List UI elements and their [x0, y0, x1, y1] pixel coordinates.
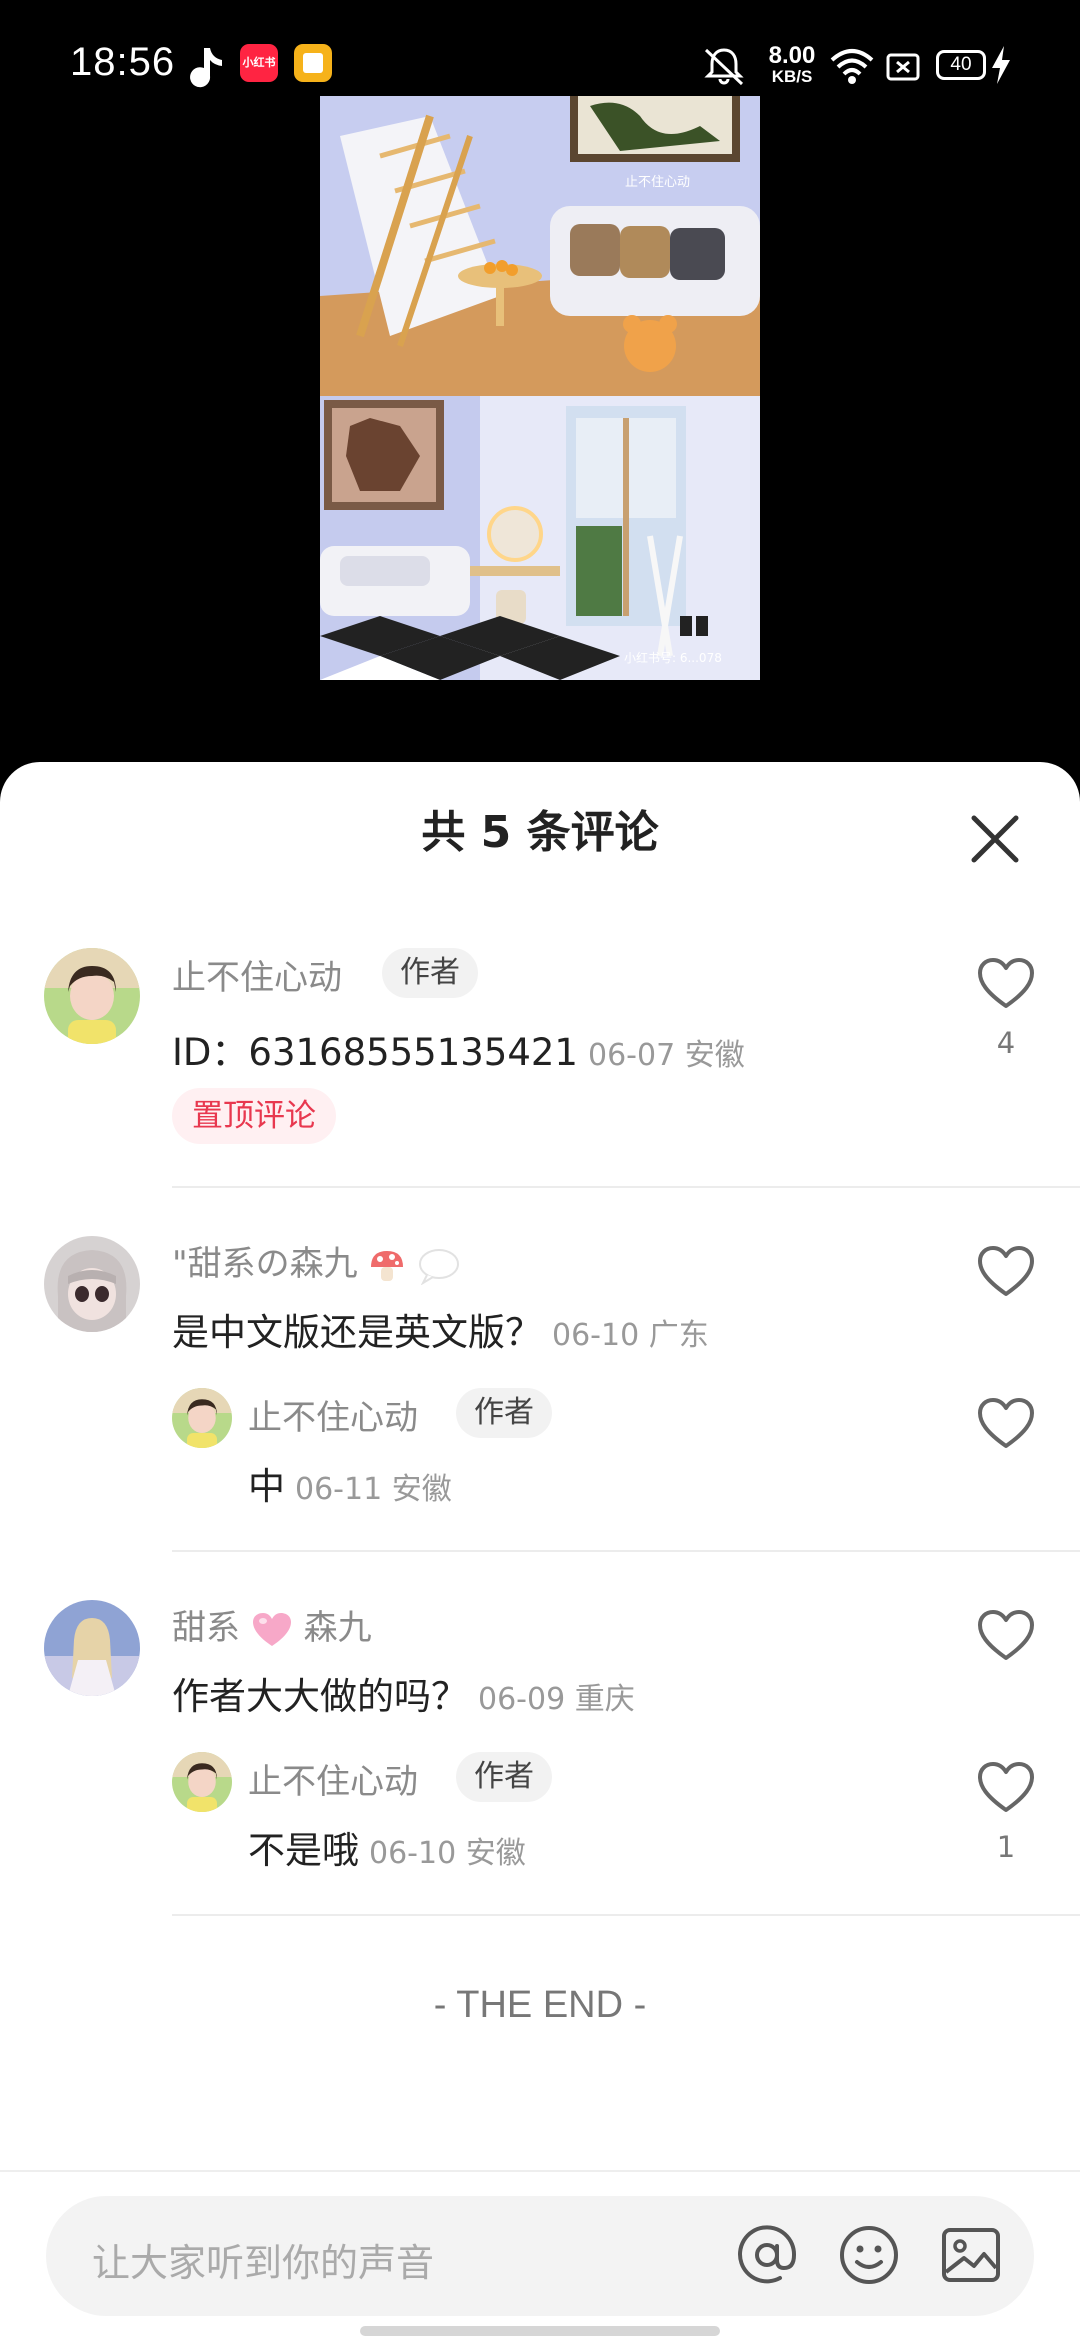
comment-input-placeholder: 让大家听到你的声音 [92, 2241, 435, 2285]
comment-body[interactable]: 是中文版还是英文版？ 06-10 广东 [172, 1302, 709, 1356]
home-indicator[interactable] [360, 2326, 720, 2336]
comment-username[interactable]: 甜系 森九 [172, 1600, 372, 1649]
video-thumbnail-image: 止不住心动 小红书号: 6...078 [320, 96, 760, 680]
comment-text: ID：63168555135421 [172, 1031, 578, 1074]
charging-bolt-icon [992, 46, 1010, 84]
status-time: 18:56 [70, 40, 176, 84]
network-speed: 8.00 KB/S [762, 44, 822, 86]
reply-username[interactable]: 止不住心动 [248, 1754, 418, 1803]
sheet-title: 共 5 条评论 [421, 807, 659, 858]
reply-avatar[interactable] [172, 1752, 232, 1812]
comment-meta: 06-07 安徽 [587, 1038, 745, 1073]
mushroom-emoji-icon [371, 1250, 404, 1281]
comment-username-part2: 森九 [303, 1608, 372, 1648]
comment-username-text: "甜系の森九 [172, 1244, 358, 1284]
reader-app-icon [294, 44, 332, 82]
reply-body[interactable]: 不是哦 06-10 安徽 [248, 1820, 526, 1874]
network-speed-unit: KB/S [771, 67, 813, 86]
network-speed-value: 8.00 [768, 42, 816, 69]
comment-text: 作者大大做的吗？ [172, 1675, 468, 1718]
end-of-list-label: - THE END - [433, 1984, 647, 2026]
comment-body[interactable]: 作者大大做的吗？ 06-09 重庆 [172, 1666, 635, 1720]
comment-input[interactable]: 让大家听到你的声音 [46, 2196, 1034, 2316]
like-count: 4 [996, 1026, 1016, 1060]
author-tag: 作者 [382, 948, 478, 998]
heart-icon[interactable] [976, 1760, 1036, 1816]
reply-username[interactable]: 止不住心动 [248, 1390, 418, 1439]
avatar[interactable] [44, 1600, 140, 1696]
mention-icon[interactable] [732, 2220, 802, 2290]
author-tag: 作者 [456, 1752, 552, 1802]
comment-text: 是中文版还是英文版？ [172, 1311, 542, 1354]
reply-body[interactable]: 中 06-11 安徽 [248, 1456, 452, 1510]
comment-username[interactable]: 止不住心动 [172, 950, 342, 999]
avatar[interactable] [44, 948, 140, 1044]
comment-body[interactable]: ID：63168555135421 06-07 安徽 [172, 1022, 745, 1076]
reply-avatar[interactable] [172, 1388, 232, 1448]
like-count: 1 [996, 1830, 1016, 1864]
reply-meta: 06-10 安徽 [369, 1836, 526, 1871]
comment-divider [172, 1186, 1080, 1188]
xiaohongshu-app-icon: 小红书 [240, 44, 278, 82]
video-preview[interactable]: 止不住心动 小红书号: 6...078 [320, 96, 760, 680]
sim-card-icon [886, 53, 920, 81]
comment-username[interactable]: "甜系の森九 [172, 1236, 461, 1285]
comment-divider [172, 1914, 1080, 1916]
comment-username-part1: 甜系 [172, 1608, 240, 1648]
video-watermark: 止不住心动 [625, 175, 690, 190]
pink-heart-emoji-icon [252, 1612, 291, 1646]
comment-sheet: 共 5 条评论 止不住心动 作者 ID：63168555135421 06-07 … [0, 762, 1080, 2340]
avatar[interactable] [44, 1236, 140, 1332]
pinned-comment-tag: 置顶评论 [172, 1088, 336, 1144]
reply-meta: 06-11 安徽 [295, 1472, 452, 1507]
comment-meta: 06-09 重庆 [478, 1682, 635, 1717]
speech-bubble-emoji-icon [419, 1248, 460, 1285]
heart-icon[interactable] [976, 956, 1036, 1012]
image-icon[interactable] [936, 2220, 1006, 2290]
music-note-icon [190, 48, 222, 88]
input-divider [0, 2170, 1080, 2172]
video-id-watermark: 小红书号: 6...078 [624, 650, 722, 665]
heart-icon[interactable] [976, 1244, 1036, 1300]
emoji-icon[interactable] [834, 2220, 904, 2290]
comment-meta: 06-10 广东 [552, 1318, 709, 1353]
wifi-icon [830, 49, 874, 84]
heart-icon[interactable] [976, 1608, 1036, 1664]
battery-indicator: 40 [936, 50, 986, 80]
reply-text: 中 [248, 1465, 285, 1508]
mute-icon [704, 48, 744, 86]
comment-divider [172, 1550, 1080, 1552]
heart-icon[interactable] [976, 1396, 1036, 1452]
close-icon[interactable] [960, 804, 1030, 874]
author-tag: 作者 [456, 1388, 552, 1438]
reply-text: 不是哦 [248, 1829, 359, 1872]
